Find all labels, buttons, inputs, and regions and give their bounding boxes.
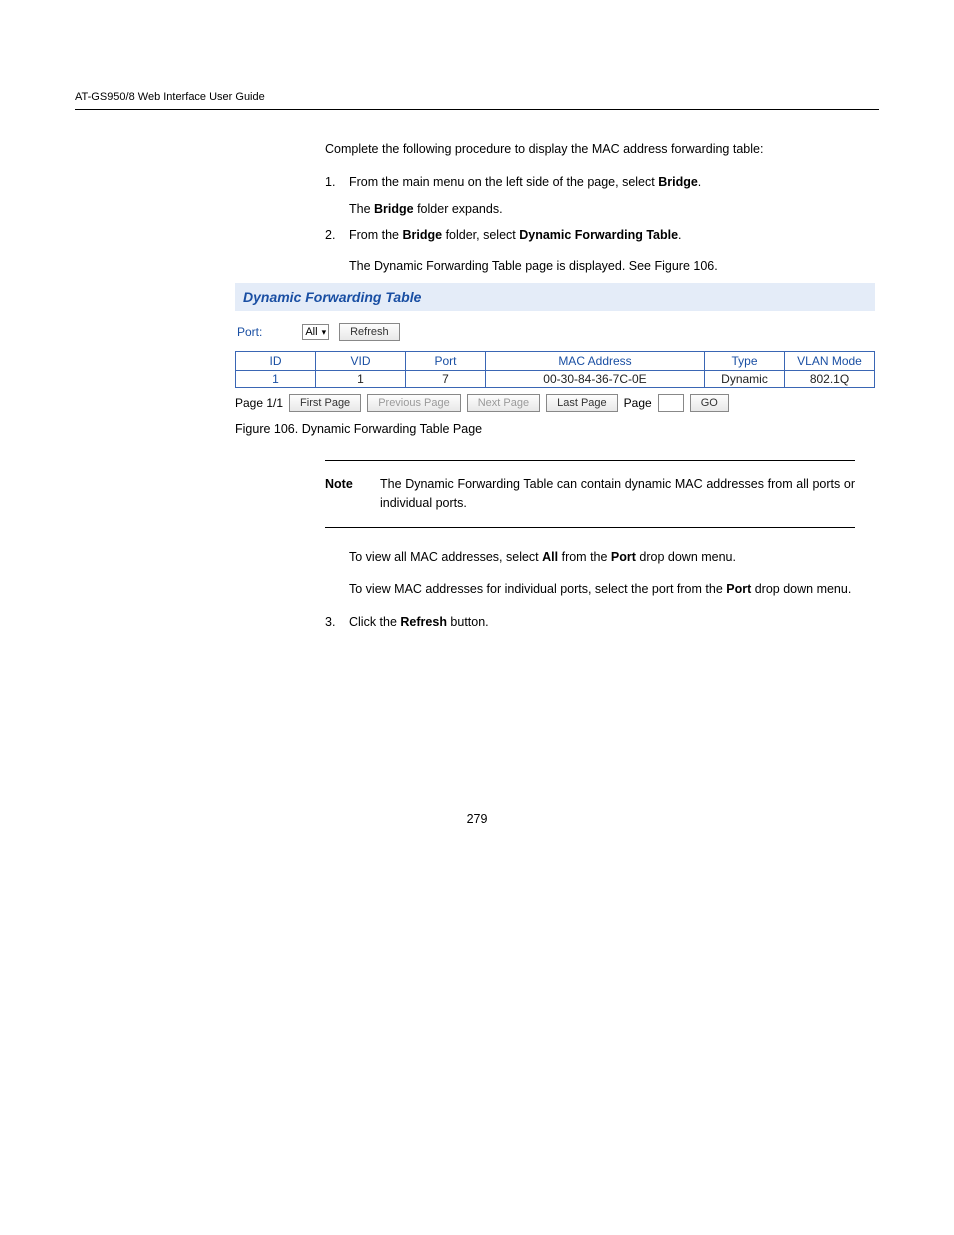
step-1-bold: Bridge: [658, 175, 698, 189]
col-id: ID: [236, 352, 316, 371]
step-1b-bold: Bridge: [374, 202, 414, 216]
next-page-button[interactable]: Next Page: [467, 394, 540, 412]
cell-vid: 1: [316, 371, 406, 388]
last-page-button[interactable]: Last Page: [546, 394, 618, 412]
para2-post: drop down menu.: [636, 550, 736, 564]
screenshot-panel: Dynamic Forwarding Table Port: All ▾ Ref…: [235, 283, 875, 412]
col-type: Type: [705, 352, 785, 371]
step-1b-text: The Bridge folder expands.: [349, 200, 855, 219]
page-label: Page: [624, 396, 652, 410]
chevron-down-icon: ▾: [322, 327, 327, 338]
step-2-post: .: [678, 228, 681, 242]
note-label: Note: [325, 475, 380, 513]
cell-id: 1: [236, 371, 316, 388]
para3-post: drop down menu.: [751, 582, 851, 596]
figure-caption: Figure 106. Dynamic Forwarding Table Pag…: [235, 422, 879, 436]
para2-mid: from the: [558, 550, 611, 564]
header-left: AT-GS950/8 Web Interface User Guide: [75, 91, 265, 103]
first-page-button[interactable]: First Page: [289, 394, 361, 412]
step3-post: button.: [447, 615, 489, 629]
para-viewall: To view all MAC addresses, select All fr…: [349, 548, 855, 567]
step-2-num: 2.: [325, 226, 349, 245]
step-3-text: Click the Refresh button.: [349, 613, 855, 632]
cell-type: Dynamic: [705, 371, 785, 388]
para2-bold: All: [542, 550, 558, 564]
intro-para: Complete the following procedure to disp…: [325, 140, 879, 159]
step-2-pre: From the: [349, 228, 403, 242]
step-1b-post: folder expands.: [414, 202, 503, 216]
page-number: 279: [75, 812, 879, 826]
col-port: Port: [406, 352, 486, 371]
forwarding-table: ID VID Port MAC Address Type VLAN Mode 1…: [235, 351, 875, 388]
port-select[interactable]: All ▾: [302, 324, 329, 340]
para3-pre: To view MAC addresses for individual por…: [349, 582, 726, 596]
step3-bold: Refresh: [400, 615, 447, 629]
port-label: Port:: [237, 325, 262, 339]
para-viewind: To view MAC addresses for individual por…: [349, 580, 855, 599]
step-1b-pre: The: [349, 202, 374, 216]
page-input[interactable]: [658, 394, 684, 412]
results-line: The Dynamic Forwarding Table page is dis…: [349, 259, 879, 273]
step-2-bold2: Dynamic Forwarding Table: [519, 228, 678, 242]
step-1-post: .: [698, 175, 701, 189]
col-mode: VLAN Mode: [785, 352, 875, 371]
cell-mode: 802.1Q: [785, 371, 875, 388]
step-1-num: 1.: [325, 173, 349, 192]
note-text: The Dynamic Forwarding Table can contain…: [380, 475, 855, 513]
table-row: 1 1 7 00-30-84-36-7C-0E Dynamic 802.1Q: [236, 371, 875, 388]
page-info: Page 1/1: [235, 396, 283, 410]
step-3-num: 3.: [325, 613, 349, 632]
cell-port: 7: [406, 371, 486, 388]
panel-title: Dynamic Forwarding Table: [235, 283, 875, 311]
step-1-text: From the main menu on the left side of t…: [349, 173, 855, 192]
refresh-button[interactable]: Refresh: [339, 323, 400, 341]
step-2-bold: Bridge: [403, 228, 443, 242]
step3-pre: Click the: [349, 615, 400, 629]
para2-bold2: Port: [611, 550, 636, 564]
note-rule-bottom: [325, 527, 855, 528]
step-2-mid: folder, select: [442, 228, 519, 242]
go-button[interactable]: GO: [690, 394, 729, 412]
para2-pre: To view all MAC addresses, select: [349, 550, 542, 564]
step-1-pre: From the main menu on the left side of t…: [349, 175, 658, 189]
step-1b-num: [325, 200, 349, 219]
step-2-text: From the Bridge folder, select Dynamic F…: [349, 226, 855, 245]
col-mac: MAC Address: [486, 352, 705, 371]
para3-bold: Port: [726, 582, 751, 596]
col-vid: VID: [316, 352, 406, 371]
port-select-value: All: [305, 326, 317, 338]
previous-page-button[interactable]: Previous Page: [367, 394, 461, 412]
cell-mac: 00-30-84-36-7C-0E: [486, 371, 705, 388]
